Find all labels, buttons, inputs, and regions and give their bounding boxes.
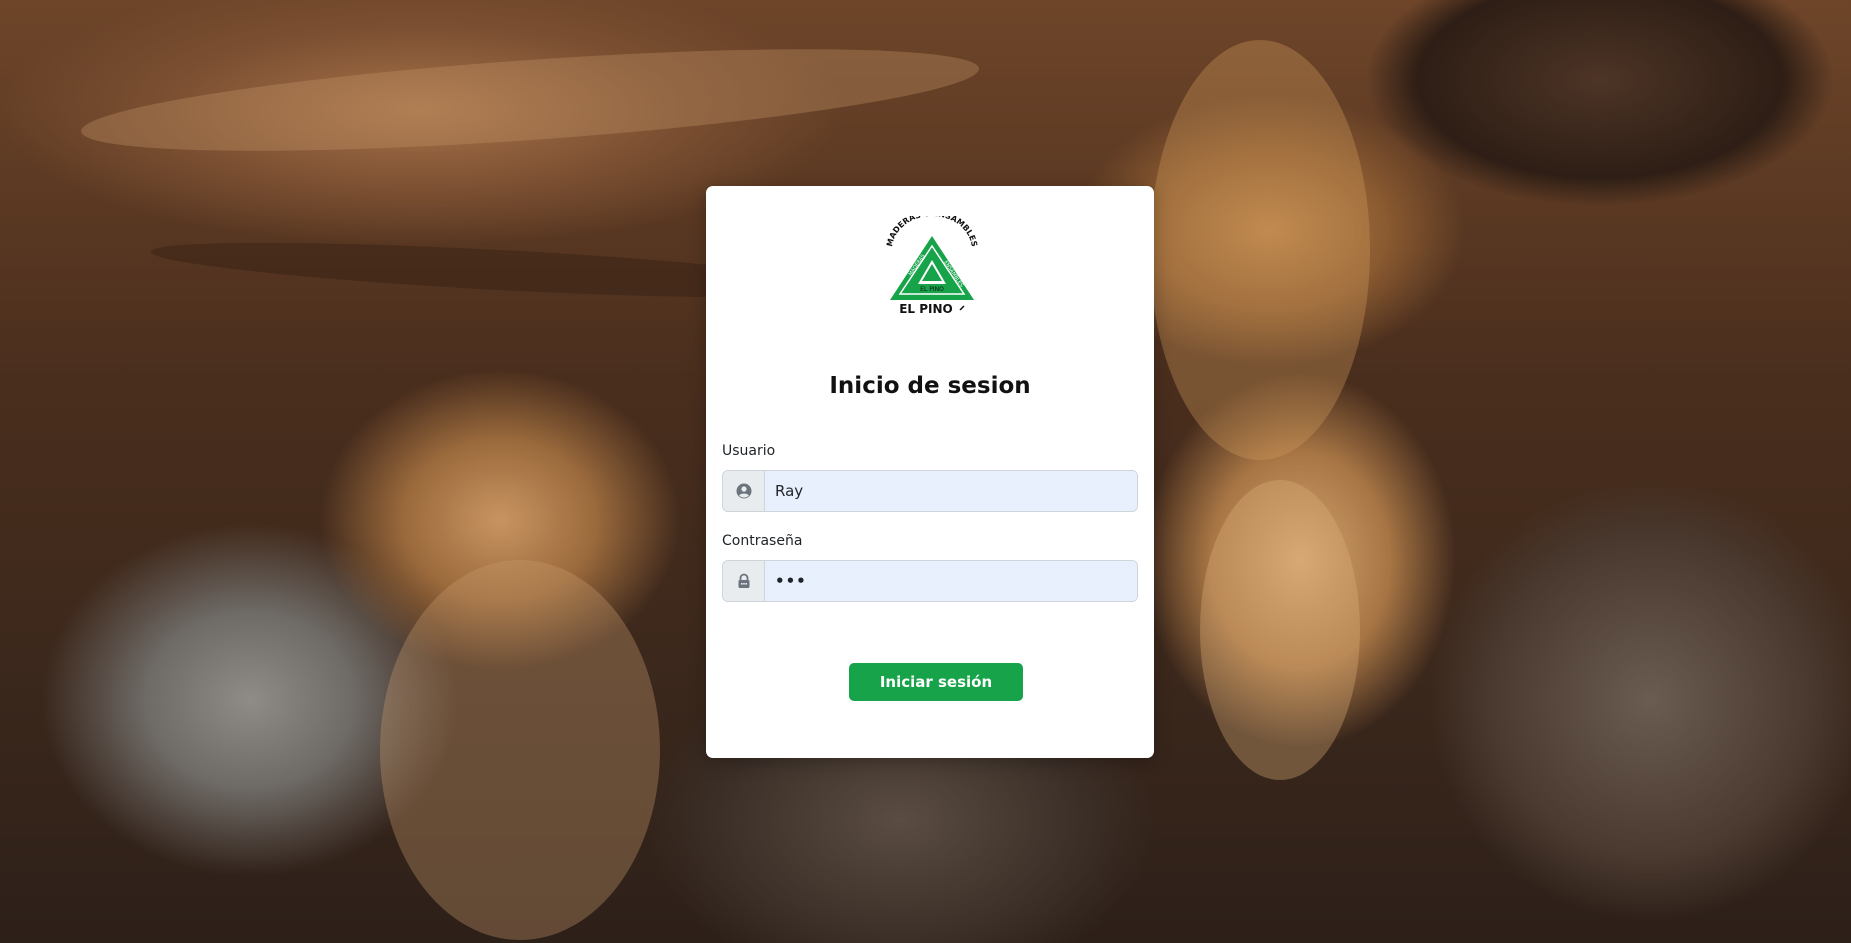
lock-addon bbox=[723, 561, 765, 601]
password-input[interactable] bbox=[765, 561, 1137, 601]
page-title: Inicio de sesion bbox=[829, 373, 1031, 399]
username-label: Usuario bbox=[722, 443, 776, 459]
username-input-group bbox=[722, 470, 1138, 512]
user-circle-icon bbox=[736, 483, 751, 499]
company-logo: MADERAS Y ENSAMBLES MADERAS ENSAMBLES EL… bbox=[885, 216, 979, 316]
logo-name: EL PINO bbox=[899, 302, 953, 316]
logo-inner-bottom: EL PINO bbox=[920, 286, 944, 293]
username-input[interactable] bbox=[765, 471, 1137, 511]
login-button[interactable]: Iniciar sesión bbox=[849, 663, 1023, 701]
password-input-group bbox=[722, 560, 1138, 602]
lock-icon bbox=[738, 573, 749, 588]
user-addon bbox=[723, 471, 765, 511]
password-label: Contraseña bbox=[722, 533, 803, 549]
login-card: MADERAS Y ENSAMBLES MADERAS ENSAMBLES EL… bbox=[706, 186, 1154, 758]
